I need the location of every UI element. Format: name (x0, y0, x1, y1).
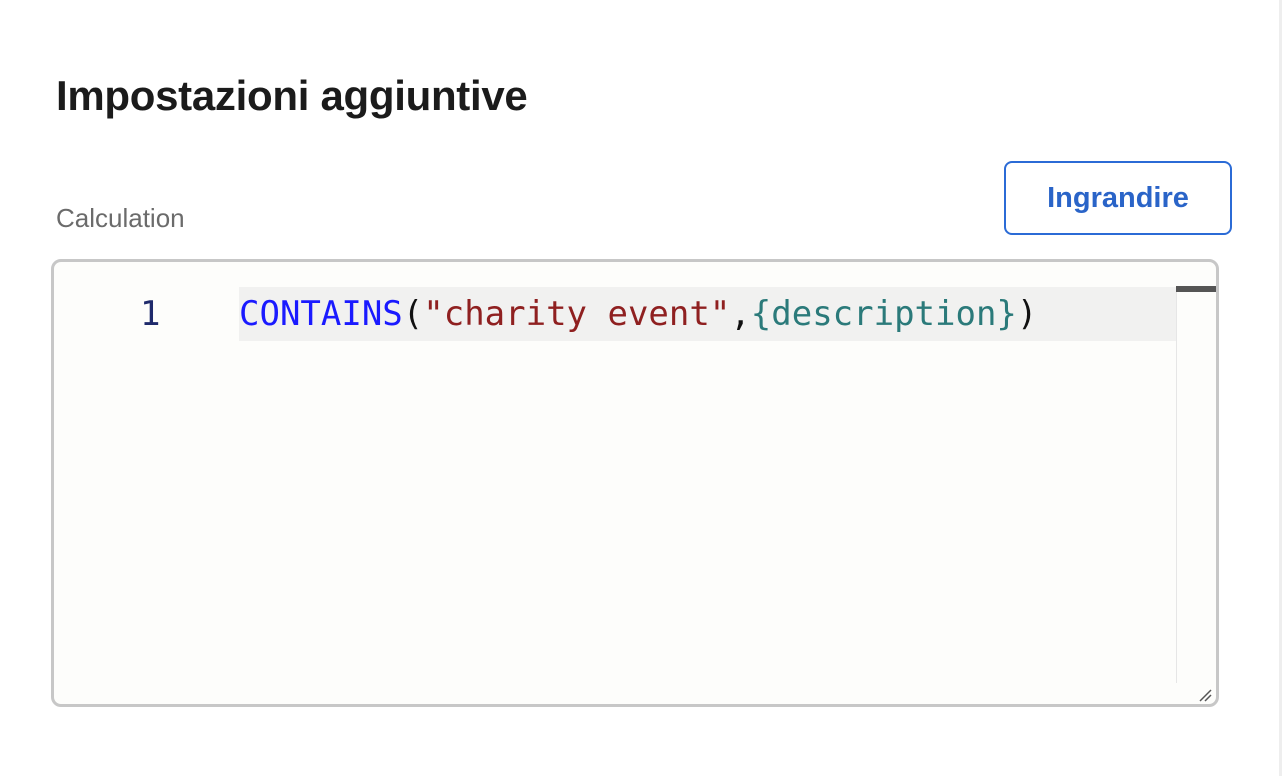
calculation-label: Calculation (56, 203, 185, 233)
vertical-scrollbar[interactable] (1176, 287, 1216, 683)
settings-panel: Impostazioni aggiuntive Calculation Ingr… (0, 0, 1282, 776)
resize-grip-icon[interactable] (1198, 688, 1212, 702)
code-line[interactable]: CONTAINS("charity event",{description}) (239, 290, 1037, 338)
comma-token: , (730, 294, 751, 334)
scrollbar-thumb[interactable] (1176, 286, 1216, 292)
function-token: CONTAINS (239, 294, 403, 334)
string-token: "charity event" (423, 294, 731, 334)
field-reference-token: {description} (750, 294, 1017, 334)
open-paren-token: ( (402, 294, 424, 334)
section-title: Impostazioni aggiuntive (56, 72, 528, 119)
close-paren-token: ) (1016, 294, 1038, 334)
line-number: 1 (140, 294, 161, 334)
expand-editor-button[interactable]: Ingrandire (1004, 161, 1232, 235)
calculation-code-editor[interactable]: 1 CONTAINS("charity event",{description}… (51, 259, 1219, 707)
